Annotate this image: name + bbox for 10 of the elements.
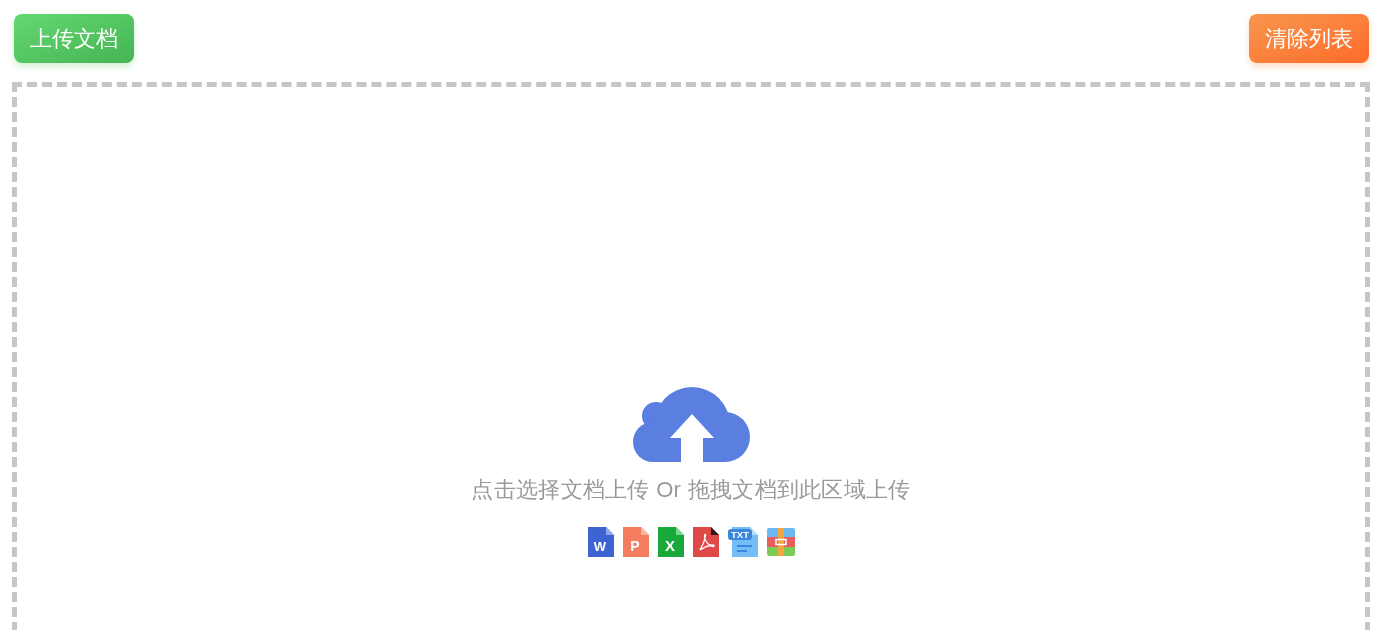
- doc-file-icon: W: [587, 527, 614, 557]
- upload-dropzone[interactable]: 点击选择文档上传 Or 拖拽文档到此区域上传 W P X TXT: [12, 82, 1370, 630]
- cloud-upload-icon: [632, 387, 750, 462]
- archive-icon: [766, 528, 795, 556]
- upload-hint: 点击选择文档上传 Or 拖拽文档到此区域上传: [471, 476, 911, 504]
- clear-list-button[interactable]: 清除列表: [1249, 14, 1369, 63]
- pdf-file-icon: [692, 527, 719, 557]
- spreadsheet-file-icon: X: [657, 527, 684, 557]
- upload-document-button[interactable]: 上传文档: [14, 14, 134, 63]
- slides-file-icon: P: [622, 527, 649, 557]
